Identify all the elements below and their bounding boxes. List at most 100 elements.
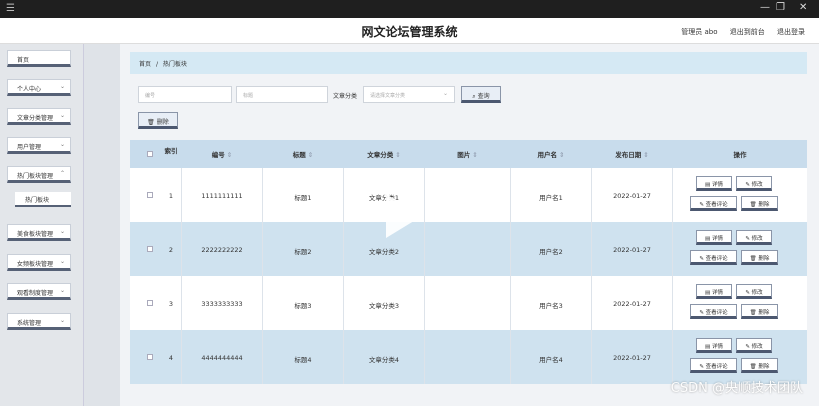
sidebar: 首页 个人中心 ⌄ 文章分类管理 ⌄ 用户管理 ⌄ 热门板块管理 ⌃ 热门板块 … — [0, 44, 84, 406]
sort-icon: ⇕ — [395, 151, 401, 159]
detail-button[interactable]: ▤ 详情 — [696, 284, 732, 299]
sidebar-item-viewing-rules-management[interactable]: 观看制度管理 ⌄ — [7, 283, 71, 300]
sidebar-item-home[interactable]: 首页 — [7, 50, 71, 67]
bulk-delete-button[interactable]: 🗑 删除 — [138, 112, 178, 129]
select-all-checkbox[interactable] — [147, 151, 153, 157]
video-play-icon[interactable] — [386, 194, 422, 238]
bulk-delete-label: 删除 — [156, 119, 169, 126]
delete-button[interactable]: 🗑 删除 — [741, 304, 778, 319]
row-checkbox[interactable] — [147, 300, 153, 306]
header-category-label: 文章分类 — [367, 151, 394, 159]
delete-button[interactable]: 🗑 删除 — [741, 250, 778, 265]
maximize-icon[interactable]: ❐ — [776, 2, 785, 13]
header-username[interactable]: 用户名 ⇕ — [511, 140, 591, 168]
sidebar-subitem-hot-section[interactable]: 热门板块 — [15, 192, 71, 207]
cell-number: 1111111111 — [201, 192, 243, 200]
view-comments-button[interactable]: ✎ 查看评论 — [690, 304, 737, 319]
back-to-front-link[interactable]: 退出到前台 — [730, 28, 765, 36]
header-title[interactable]: 标题 ⇕ — [263, 140, 343, 168]
header-image-label: 图片 — [457, 151, 471, 159]
cell-index: 4 — [168, 354, 174, 362]
cell-date: 2022-01-27 — [613, 192, 651, 200]
table-row: 1 1111111111 标题1 文章分类1 用户名1 2022-01-27 ▤… — [130, 168, 807, 222]
row-checkbox[interactable] — [147, 354, 153, 360]
detail-icon: ▤ — [705, 290, 712, 296]
cell-number: 4444444444 — [201, 354, 243, 362]
sidebar-item-female-section-management[interactable]: 女频板块管理 ⌄ — [7, 254, 71, 271]
edit-label: 修改 — [751, 290, 763, 296]
table-header: 索引 编号 ⇕ 标题 ⇕ 文章分类 ⇕ 图片 ⇕ 用户名 ⇕ 发布日期 ⇕ 操作 — [130, 140, 807, 168]
detail-button[interactable]: ▤ 详情 — [696, 338, 732, 353]
edit-button[interactable]: ✎ 修改 — [736, 176, 772, 191]
cell-username: 用户名4 — [539, 356, 563, 364]
delete-label: 删除 — [758, 256, 770, 262]
sidebar-item-food-section-management[interactable]: 美食板块管理 ⌄ — [7, 224, 71, 241]
chevron-down-icon: ⌄ — [59, 112, 65, 119]
detail-icon: ▤ — [705, 182, 712, 188]
view-comments-button[interactable]: ✎ 查看评论 — [690, 250, 737, 265]
edit-button[interactable]: ✎ 修改 — [736, 230, 772, 245]
hamburger-icon[interactable]: ☰ — [6, 3, 15, 14]
query-button[interactable]: ⌕ 查询 — [461, 86, 501, 103]
sidebar-item-system-management[interactable]: 系统管理 ⌄ — [7, 313, 71, 330]
cell-number: 2222222222 — [201, 246, 243, 254]
header-category[interactable]: 文章分类 ⇕ — [344, 140, 424, 168]
trash-icon: 🗑 — [147, 119, 155, 126]
sidebar-item-label: 美食板块管理 — [17, 231, 54, 238]
column-divider — [262, 168, 263, 384]
cell-username: 用户名3 — [539, 302, 563, 310]
edit-label: 修改 — [751, 344, 763, 350]
chevron-down-icon: ⌄ — [59, 83, 65, 90]
table-row: 4 4444444444 标题4 文章分类4 用户名4 2022-01-27 ▤… — [130, 330, 807, 384]
sort-icon: ⇕ — [472, 151, 478, 159]
detail-label: 详情 — [711, 182, 723, 188]
number-search-placeholder: 编号 — [145, 93, 156, 99]
delete-button[interactable]: 🗑 删除 — [741, 358, 778, 373]
category-select[interactable]: 请选择文章分类 ⌄ — [363, 86, 455, 103]
sort-icon: ⇕ — [559, 151, 565, 159]
edit-label: 修改 — [751, 182, 763, 188]
chevron-down-icon: ⌄ — [59, 258, 65, 265]
header-username-label: 用户名 — [537, 151, 558, 159]
search-icon: ⌕ — [472, 93, 476, 100]
cell-username: 用户名1 — [539, 194, 563, 202]
sidebar-item-label: 个人中心 — [17, 86, 42, 93]
cell-date: 2022-01-27 — [613, 246, 651, 254]
breadcrumb-home[interactable]: 首页 — [139, 61, 151, 68]
title-search-input[interactable]: 标题 — [236, 86, 328, 103]
chevron-down-icon: ⌄ — [59, 317, 65, 324]
row-checkbox[interactable] — [147, 192, 153, 198]
detail-button[interactable]: ▤ 详情 — [696, 176, 732, 191]
delete-label: 删除 — [758, 202, 770, 208]
view-comments-button[interactable]: ✎ 查看评论 — [690, 196, 737, 211]
query-button-label: 查询 — [477, 93, 490, 100]
header-image[interactable]: 图片 ⇕ — [425, 140, 510, 168]
detail-icon: ▤ — [705, 236, 712, 242]
header-date-label: 发布日期 — [615, 151, 642, 159]
header-date[interactable]: 发布日期 ⇕ — [592, 140, 672, 168]
sidebar-item-personal-center[interactable]: 个人中心 ⌄ — [7, 79, 71, 96]
column-divider — [672, 168, 673, 384]
edit-button[interactable]: ✎ 修改 — [736, 284, 772, 299]
view-comments-label: 查看评论 — [705, 202, 728, 208]
header-number[interactable]: 编号 ⇕ — [182, 140, 262, 168]
header-number-label: 编号 — [211, 151, 225, 159]
sidebar-item-hot-section-management[interactable]: 热门板块管理 ⌃ — [7, 166, 71, 183]
close-icon[interactable]: ✕ — [799, 2, 807, 13]
cell-index: 2 — [168, 246, 174, 254]
minimize-icon[interactable]: — — [760, 2, 770, 13]
table-row: 2 2222222222 标题2 文章分类2 用户名2 2022-01-27 ▤… — [130, 222, 807, 276]
detail-button[interactable]: ▤ 详情 — [696, 230, 732, 245]
delete-button[interactable]: 🗑 删除 — [741, 196, 778, 211]
cell-category: 文章分类3 — [368, 302, 400, 310]
cell-index: 1 — [168, 192, 174, 200]
sidebar-item-category-management[interactable]: 文章分类管理 ⌄ — [7, 108, 71, 125]
number-search-input[interactable]: 编号 — [138, 86, 232, 103]
logout-link[interactable]: 退出登录 — [777, 28, 805, 36]
cell-number: 3333333333 — [201, 300, 243, 308]
view-comments-button[interactable]: ✎ 查看评论 — [690, 358, 737, 373]
row-checkbox[interactable] — [147, 246, 153, 252]
header-index: 索引 — [162, 140, 180, 168]
edit-button[interactable]: ✎ 修改 — [736, 338, 772, 353]
sidebar-item-user-management[interactable]: 用户管理 ⌄ — [7, 137, 71, 154]
